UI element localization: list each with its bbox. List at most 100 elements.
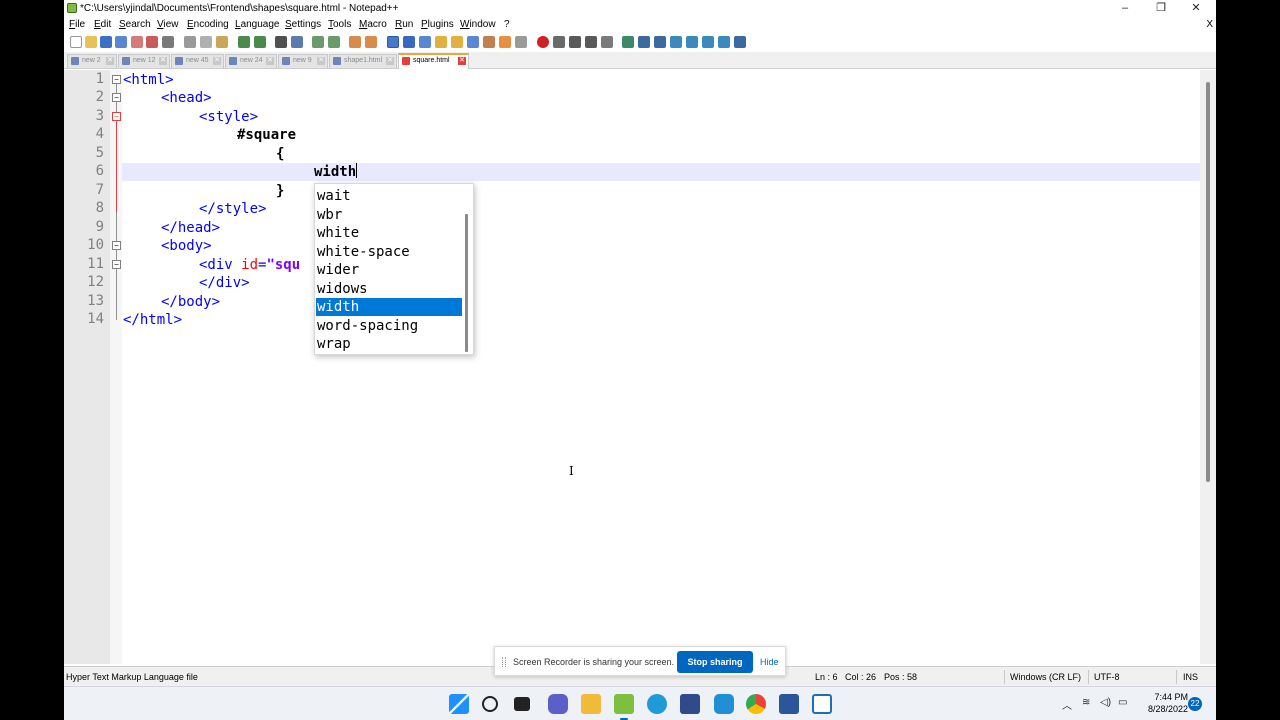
menu-plugins[interactable]: Plugins <box>421 19 454 30</box>
minimize-button[interactable]: – <box>1110 1 1140 15</box>
chrome-browser-icon[interactable] <box>746 694 766 714</box>
search-icon[interactable] <box>482 696 498 712</box>
function-list-icon[interactable] <box>467 36 479 48</box>
plugin-3-icon[interactable] <box>654 36 666 48</box>
tab-new-12[interactable]: new 12 ✕ <box>118 54 170 68</box>
vertical-scrollbar[interactable] <box>1200 70 1216 664</box>
fold-toggle-icon[interactable]: − <box>112 260 121 269</box>
doc-map-icon[interactable] <box>451 36 463 48</box>
save-icon[interactable] <box>100 36 112 48</box>
autocomplete-item[interactable]: wider <box>316 261 462 279</box>
run-macro-multiple-icon[interactable] <box>585 36 597 48</box>
autocomplete-item[interactable]: wrap <box>316 335 462 353</box>
open-file-icon[interactable] <box>85 36 97 48</box>
plugin-5-icon[interactable] <box>718 36 730 48</box>
taskbar-clock[interactable]: 7:44 PM 8/28/2022 <box>1128 691 1188 715</box>
tab-close-icon[interactable]: ✕ <box>386 57 394 65</box>
tab-new-9[interactable]: new 9 ✕ <box>278 54 328 68</box>
tab-square-html[interactable]: square.html ✕ <box>398 53 469 69</box>
menu-run[interactable]: Run <box>395 19 413 30</box>
folder-workspace-icon[interactable] <box>483 36 495 48</box>
copy-icon[interactable] <box>200 36 212 48</box>
screen-recorder-icon[interactable] <box>812 694 832 714</box>
menu-search[interactable]: Search <box>119 19 151 30</box>
language-icon[interactable] <box>435 36 447 48</box>
menu-help[interactable]: ? <box>504 19 510 30</box>
menu-tools[interactable]: Tools <box>328 19 351 30</box>
windows-start-icon[interactable] <box>449 694 469 714</box>
task-view-icon[interactable] <box>514 697 530 711</box>
arrow-down-icon[interactable] <box>702 36 714 48</box>
close-button[interactable]: ✕ <box>1181 1 1211 15</box>
zoom-in-icon[interactable] <box>312 36 324 48</box>
sync-vertical-icon[interactable] <box>349 36 361 48</box>
code-editor[interactable]: 1 2 3 4 5 6 7 8 9 10 11 12 13 14 − − − −… <box>64 70 1216 664</box>
edge-browser-icon[interactable] <box>647 694 667 714</box>
restore-button[interactable]: ❐ <box>1146 1 1176 15</box>
menu-file[interactable]: File <box>69 19 85 30</box>
tab-close-icon[interactable]: ✕ <box>458 57 466 65</box>
teams-chat-icon[interactable] <box>548 694 568 714</box>
snipping-tool-icon[interactable] <box>714 694 734 714</box>
plugin-4-icon[interactable] <box>670 36 682 48</box>
status-encoding[interactable]: UTF-8 <box>1094 672 1120 682</box>
paste-icon[interactable] <box>216 36 228 48</box>
autocomplete-item[interactable]: wbr <box>316 206 462 224</box>
menu-edit[interactable]: Edit <box>94 19 111 30</box>
autocomplete-list[interactable]: wait wbr white white-space wider widows … <box>314 183 474 355</box>
menu-window[interactable]: Window <box>460 19 496 30</box>
eye-icon[interactable] <box>515 36 527 48</box>
save-all-icon[interactable] <box>115 36 127 48</box>
menu-encoding[interactable]: Encoding <box>187 19 229 30</box>
print-icon[interactable] <box>162 36 174 48</box>
autocomplete-item[interactable]: wait <box>316 187 462 205</box>
plugin-2-icon[interactable] <box>638 36 650 48</box>
tray-chevron-icon[interactable]: ︿ <box>1062 697 1072 712</box>
hide-banner-button[interactable]: Hide <box>760 657 779 667</box>
battery-icon[interactable]: ▭ <box>1118 697 1127 708</box>
autocomplete-item[interactable]: white-space <box>316 243 462 261</box>
stop-macro-icon[interactable] <box>553 36 565 48</box>
save-macro-icon[interactable] <box>601 36 613 48</box>
play-macro-icon[interactable] <box>569 36 581 48</box>
fold-toggle-icon[interactable]: − <box>112 75 121 84</box>
tab-new-45[interactable]: new 45 ✕ <box>171 54 224 68</box>
show-all-characters-icon[interactable] <box>403 36 415 48</box>
autocomplete-item-selected[interactable]: width <box>316 298 462 316</box>
menu-macro[interactable]: Macro <box>359 19 387 30</box>
tab-new-24[interactable]: new 24 ✕ <box>225 54 277 68</box>
fold-toggle-icon[interactable]: − <box>112 241 121 250</box>
menu-view[interactable]: View <box>157 19 179 30</box>
scrollbar-thumb[interactable] <box>1206 82 1210 482</box>
monitoring-icon[interactable] <box>499 36 511 48</box>
plugin-1-icon[interactable] <box>622 36 634 48</box>
arrow-up-icon[interactable] <box>686 36 698 48</box>
fold-toggle-icon[interactable]: − <box>112 93 121 102</box>
plugin-6-icon[interactable] <box>734 36 746 48</box>
drag-grip-icon[interactable] <box>502 657 506 667</box>
cut-icon[interactable] <box>184 36 196 48</box>
volume-icon[interactable]: ◁) <box>1100 697 1111 708</box>
wifi-icon[interactable]: ≋ <box>1082 697 1090 708</box>
word-wrap-icon[interactable] <box>387 36 399 48</box>
record-macro-icon[interactable] <box>537 36 549 48</box>
undo-icon[interactable] <box>238 36 250 48</box>
word-icon[interactable] <box>779 694 799 714</box>
store-icon[interactable] <box>680 694 700 714</box>
tab-close-icon[interactable]: ✕ <box>159 57 167 65</box>
autocomplete-item[interactable]: widows <box>316 280 462 298</box>
replace-icon[interactable] <box>291 36 303 48</box>
indent-guide-icon[interactable] <box>419 36 431 48</box>
close-all-icon[interactable] <box>146 36 158 48</box>
sync-horizontal-icon[interactable] <box>365 36 377 48</box>
tab-new-2[interactable]: new 2 ✕ <box>67 54 117 68</box>
tab-close-icon[interactable]: ✕ <box>317 57 325 65</box>
file-explorer-icon[interactable] <box>581 694 601 714</box>
autocomplete-item[interactable]: white <box>316 224 462 242</box>
status-insert-mode[interactable]: INS <box>1183 672 1198 682</box>
tab-shape1-html[interactable]: shape1.html ✕ <box>329 54 397 68</box>
menu-settings[interactable]: Settings <box>285 19 321 30</box>
notepad-plus-plus-taskbar-icon[interactable] <box>614 694 634 720</box>
stop-sharing-button[interactable]: Stop sharing <box>677 651 753 673</box>
find-icon[interactable] <box>275 36 287 48</box>
